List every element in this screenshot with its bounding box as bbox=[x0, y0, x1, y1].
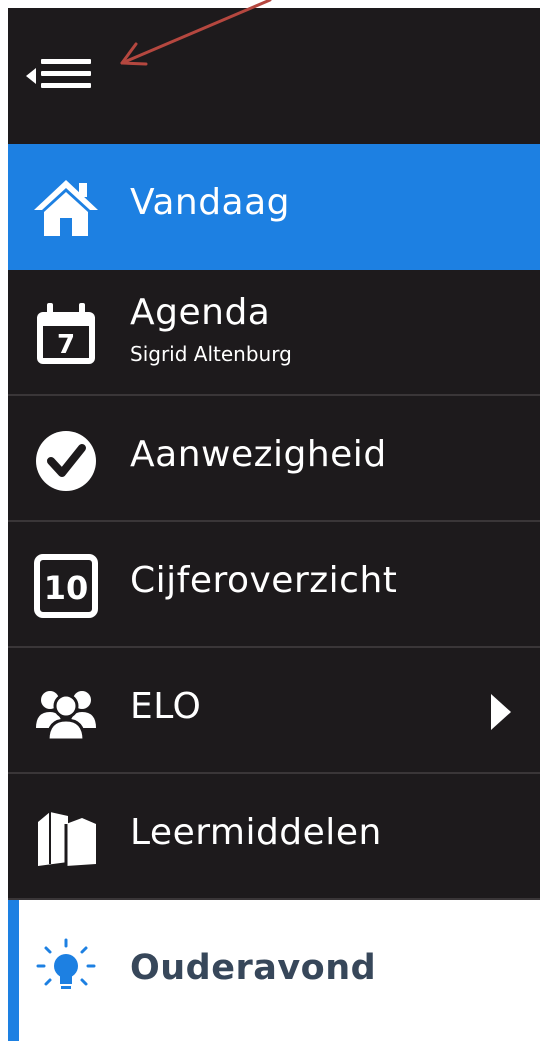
books-icon bbox=[38, 812, 96, 866]
active-accent-bar bbox=[8, 900, 19, 1041]
menu-item-label: Aanwezigheid bbox=[130, 434, 387, 475]
menu-item-elo[interactable]: ELO bbox=[8, 648, 540, 774]
grade-number-text: 10 bbox=[44, 569, 89, 607]
home-icon bbox=[34, 180, 98, 236]
menu-item-sublabel: Sigrid Altenburg bbox=[130, 342, 292, 366]
menu-item-aanwezigheid[interactable]: Aanwezigheid bbox=[8, 396, 540, 522]
menu-item-label: Cijferoverzicht bbox=[130, 560, 398, 601]
lightbulb-icon bbox=[36, 938, 96, 989]
menu-collapse-icon bbox=[26, 59, 91, 88]
menu-item-vandaag[interactable]: Vandaag bbox=[8, 144, 540, 270]
calendar-day-text: 7 bbox=[57, 330, 75, 360]
menu-item-label: ELO bbox=[130, 686, 202, 727]
menu-collapse-button[interactable] bbox=[22, 52, 94, 100]
menu-item-label: Agenda bbox=[130, 292, 271, 333]
menu-header bbox=[8, 8, 540, 144]
menu-item-ouderavond[interactable]: Ouderavond bbox=[8, 900, 540, 1041]
menu-item-leermiddelen[interactable]: Leermiddelen bbox=[8, 774, 540, 900]
check-circle-icon bbox=[36, 431, 96, 491]
menu-item-cijferoverzicht[interactable]: 10 Cijferoverzicht bbox=[8, 522, 540, 648]
grade-icon: 10 bbox=[34, 554, 98, 618]
navigation-menu: Vandaag 7 Agenda Sigrid Altenburg Aanwez… bbox=[8, 8, 540, 1041]
calendar-icon: 7 bbox=[37, 303, 95, 364]
menu-item-label: Ouderavond bbox=[130, 948, 377, 988]
chevron-right-icon[interactable] bbox=[488, 692, 514, 732]
menu-item-label: Vandaag bbox=[130, 182, 291, 223]
menu-item-agenda[interactable]: 7 Agenda Sigrid Altenburg bbox=[8, 270, 540, 396]
users-icon bbox=[36, 691, 96, 742]
menu-item-label: Leermiddelen bbox=[130, 812, 382, 853]
